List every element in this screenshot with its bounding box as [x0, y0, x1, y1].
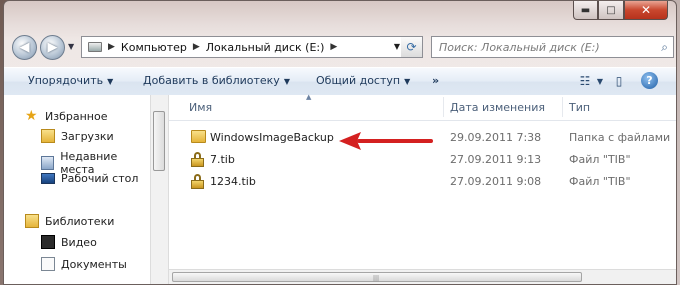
lock-icon: [191, 174, 204, 189]
scrollbar-thumb[interactable]: |||: [172, 272, 582, 282]
address-bar[interactable]: ▶ Компьютер ▶ Локальный диск (E:) ▶ ▼: [81, 36, 421, 58]
breadcrumb-local-disk[interactable]: Локальный диск (E:): [206, 41, 325, 54]
file-list: ▲ Имя Дата изменения Тип WindowsImageBac…: [169, 93, 676, 284]
breadcrumb-computer[interactable]: Компьютер: [121, 41, 187, 54]
maximize-button[interactable]: □: [598, 1, 624, 20]
desktop-icon: [41, 173, 55, 184]
file-row[interactable]: 7.tib 27.09.2011 9:13 Файл "TIB": [169, 149, 676, 171]
nav-item-label: Избранное: [45, 109, 108, 123]
nav-item-label: Библиотеки: [45, 214, 115, 228]
nav-item-video[interactable]: Видео: [41, 235, 97, 249]
nav-item-downloads[interactable]: Загрузки: [41, 129, 114, 143]
nav-item-label: Документы: [61, 257, 127, 271]
sort-arrow-icon: ▲: [306, 93, 312, 101]
more-commands-button[interactable]: »: [432, 74, 439, 87]
view-dropdown[interactable]: ▼: [591, 72, 609, 90]
file-name: 1234.tib: [210, 175, 256, 188]
arrow-right-icon: ▶: [47, 40, 58, 55]
chevron-down-icon: ▼: [283, 77, 290, 86]
breadcrumb-separator-icon[interactable]: ▶: [193, 42, 200, 52]
chevron-down-icon: ▼: [107, 77, 114, 86]
view-icon: ☷: [579, 74, 591, 88]
file-name: 7.tib: [210, 153, 235, 166]
file-name: WindowsImageBackup: [210, 131, 334, 144]
file-row[interactable]: 1234.tib 27.09.2011 9:08 Файл "TIB": [169, 171, 676, 193]
nav-item-libraries[interactable]: Библиотеки: [25, 214, 114, 228]
file-type: Папка с файлами: [569, 131, 671, 144]
add-to-library-label: Добавить в библиотеку: [143, 74, 280, 87]
help-icon: ?: [646, 74, 653, 87]
column-header-name[interactable]: Имя: [189, 101, 212, 114]
column-divider[interactable]: [443, 97, 444, 117]
computer-icon: [88, 42, 102, 52]
navigation-bar: ◀ ▶ ▼ ▶ Компьютер ▶ Локальный диск (E:) …: [4, 34, 676, 62]
grip-icon: |||: [373, 275, 380, 282]
file-type: Файл "TIB": [569, 175, 631, 188]
recent-places-icon: [41, 156, 55, 170]
help-button[interactable]: ?: [641, 72, 658, 89]
recent-pages-dropdown[interactable]: ▼: [68, 42, 74, 51]
refresh-button[interactable]: ⟳: [401, 36, 423, 58]
downloads-folder-icon: [41, 129, 55, 143]
breadcrumb-separator-icon[interactable]: ▶: [108, 42, 115, 52]
search-box[interactable]: Поиск: Локальный диск (E:) ⌕: [431, 36, 674, 58]
close-button[interactable]: ✕: [624, 1, 668, 20]
lock-icon: [191, 152, 204, 167]
column-header-row: ▲ Имя Дата изменения Тип: [169, 93, 676, 121]
nav-item-favorites[interactable]: ★ Избранное: [25, 109, 107, 123]
documents-icon: [41, 257, 55, 271]
search-icon[interactable]: ⌕: [661, 40, 668, 55]
nav-item-label: Загрузки: [61, 129, 114, 143]
annotation-arrow: [339, 132, 433, 150]
caption-buttons: ▬ □ ✕: [573, 1, 668, 21]
share-label: Общий доступ: [316, 74, 401, 87]
minimize-button[interactable]: ▬: [573, 1, 598, 20]
address-dropdown-icon[interactable]: ▼: [394, 42, 400, 51]
nav-item-label: Рабочий стол: [61, 172, 139, 185]
libraries-icon: [25, 214, 39, 228]
forward-button[interactable]: ▶: [40, 35, 65, 60]
explorer-window: ▬ □ ✕ ◀ ▶ ▼ ▶ Компьютер ▶ Локальный диск…: [3, 0, 677, 285]
organize-menu[interactable]: Упорядочить ▼: [28, 74, 113, 87]
navigation-pane-scrollbar[interactable]: [150, 95, 169, 284]
preview-pane-button[interactable]: ▯: [610, 72, 628, 90]
back-button[interactable]: ◀: [12, 35, 37, 60]
navigation-pane: ★ Избранное Загрузки Недавние места Рабо…: [4, 95, 149, 284]
command-bar: Упорядочить ▼ Добавить в библиотеку ▼ Общи…: [4, 67, 676, 96]
file-date: 29.09.2011 7:38: [450, 131, 542, 144]
star-icon: ★: [25, 108, 38, 124]
preview-pane-icon: ▯: [615, 74, 623, 88]
file-type: Файл "TIB": [569, 153, 631, 166]
refresh-icon: ⟳: [406, 40, 417, 54]
horizontal-scrollbar[interactable]: |||: [169, 269, 676, 284]
nav-item-label: Видео: [61, 235, 97, 249]
column-divider[interactable]: [562, 97, 563, 117]
file-date: 27.09.2011 9:08: [450, 175, 542, 188]
file-date: 27.09.2011 9:13: [450, 153, 542, 166]
folder-icon: [191, 130, 206, 143]
scrollbar-thumb[interactable]: [153, 111, 165, 171]
add-to-library-menu[interactable]: Добавить в библиотеку ▼: [143, 74, 290, 87]
video-icon: [41, 235, 55, 249]
breadcrumb-separator-icon[interactable]: ▶: [330, 42, 337, 52]
nav-item-documents[interactable]: Документы: [41, 257, 127, 271]
content-area: ★ Избранное Загрузки Недавние места Рабо…: [4, 93, 676, 284]
chevron-down-icon: ▼: [68, 42, 75, 51]
column-header-date[interactable]: Дата изменения: [450, 101, 545, 114]
nav-item-desktop[interactable]: Рабочий стол: [41, 172, 138, 185]
chevron-down-icon: ▼: [404, 77, 411, 86]
search-input[interactable]: Поиск: Локальный диск (E:): [439, 41, 600, 54]
column-header-type[interactable]: Тип: [569, 101, 590, 114]
organize-label: Упорядочить: [28, 74, 104, 87]
chevron-down-icon: ▼: [596, 76, 604, 86]
arrow-left-icon: ◀: [19, 40, 30, 55]
share-menu[interactable]: Общий доступ ▼: [316, 74, 410, 87]
